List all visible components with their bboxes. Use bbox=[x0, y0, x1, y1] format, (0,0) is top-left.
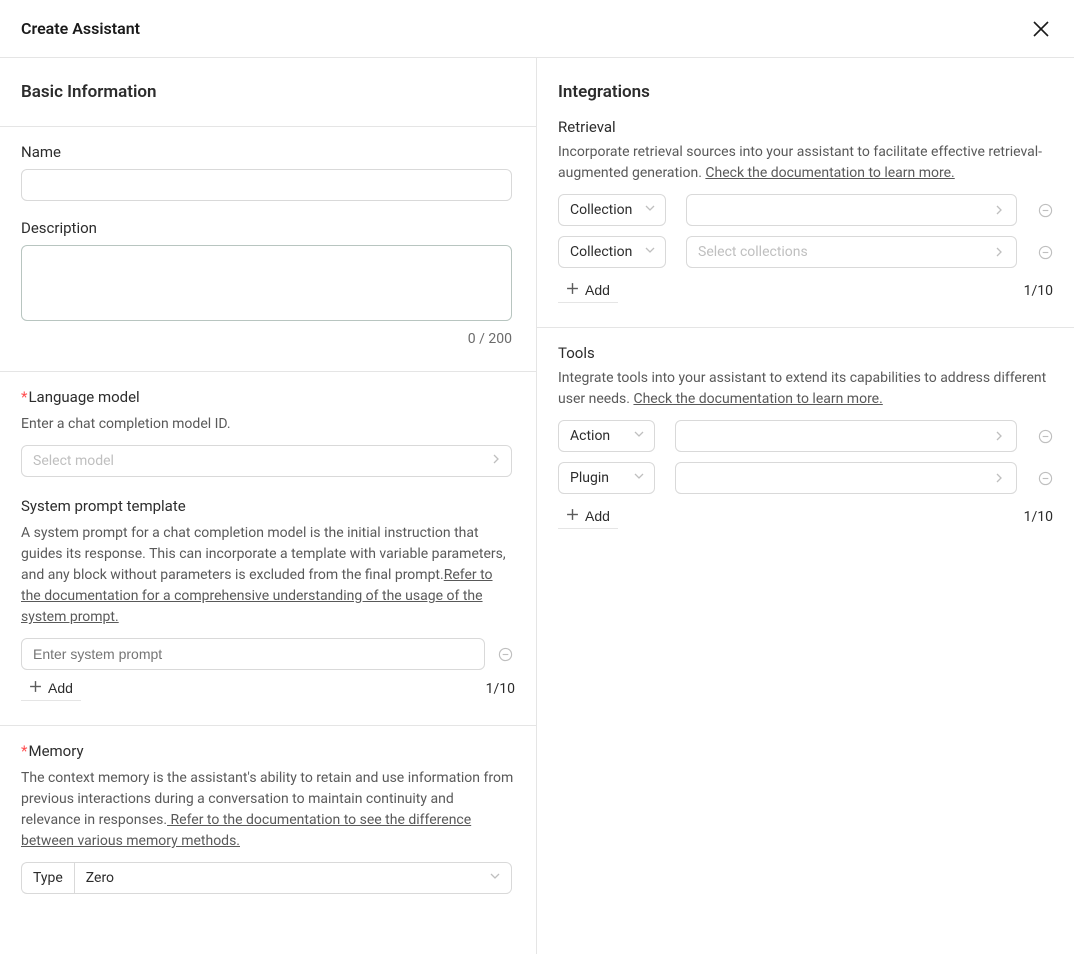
name-input[interactable] bbox=[21, 169, 512, 201]
name-label: Name bbox=[21, 143, 515, 161]
language-model-label: *Language model bbox=[21, 388, 515, 406]
minus-circle-icon bbox=[1038, 203, 1053, 218]
tool-value-select[interactable] bbox=[675, 462, 1017, 494]
model-prompt-section: *Language model Enter a chat completion … bbox=[0, 372, 536, 726]
tools-row: Plugin bbox=[558, 462, 1053, 494]
memory-label: *Memory bbox=[21, 742, 515, 760]
tools-row: Action bbox=[558, 420, 1053, 452]
minus-circle-icon bbox=[1038, 429, 1053, 444]
memory-type-select[interactable]: Zero bbox=[74, 862, 512, 894]
retrieval-description: Incorporate retrieval sources into your … bbox=[558, 142, 1053, 184]
basic-info-heading: Basic Information bbox=[0, 58, 536, 127]
language-model-description: Enter a chat completion model ID. bbox=[21, 414, 515, 435]
required-mark: * bbox=[21, 742, 27, 760]
retrieval-value-select[interactable] bbox=[686, 194, 1017, 226]
name-description-section: Name Description 0 / 200 bbox=[0, 127, 536, 372]
remove-prompt-button[interactable] bbox=[497, 646, 513, 662]
modal-header: Create Assistant bbox=[0, 0, 1074, 58]
remove-retrieval-button[interactable] bbox=[1037, 244, 1053, 260]
tools-doc-link[interactable]: Check the documentation to learn more. bbox=[633, 391, 882, 407]
chevron-down-icon bbox=[489, 870, 501, 886]
tools-counter: 1/10 bbox=[1024, 509, 1053, 525]
plus-icon bbox=[29, 680, 42, 696]
tool-type-select[interactable]: Action bbox=[558, 420, 655, 452]
modal-body: Basic Information Name Description 0 / 2… bbox=[0, 58, 1074, 954]
tools-section: Tools Integrate tools into your assistan… bbox=[537, 328, 1074, 553]
description-input[interactable] bbox=[21, 245, 512, 321]
memory-type-addon: Type bbox=[21, 862, 74, 894]
remove-tool-button[interactable] bbox=[1037, 470, 1053, 486]
minus-circle-icon bbox=[498, 647, 513, 662]
retrieval-type-select[interactable]: Collection bbox=[558, 194, 666, 226]
retrieval-doc-link[interactable]: Check the documentation to learn more. bbox=[705, 165, 954, 181]
system-prompt-label: System prompt template bbox=[21, 497, 515, 515]
tools-label: Tools bbox=[558, 344, 1053, 362]
retrieval-counter: 1/10 bbox=[1024, 283, 1053, 299]
memory-section: *Memory The context memory is the assist… bbox=[0, 726, 536, 918]
language-model-placeholder: Select model bbox=[33, 453, 114, 469]
plus-icon bbox=[566, 282, 579, 298]
minus-circle-icon bbox=[1038, 471, 1053, 486]
system-prompt-input[interactable] bbox=[21, 638, 485, 670]
remove-tool-button[interactable] bbox=[1037, 428, 1053, 444]
retrieval-value-select[interactable]: Select collections bbox=[686, 236, 1017, 268]
tool-type-select[interactable]: Plugin bbox=[558, 462, 655, 494]
add-prompt-button[interactable]: Add bbox=[21, 676, 81, 701]
remove-retrieval-button[interactable] bbox=[1037, 202, 1053, 218]
left-panel: Basic Information Name Description 0 / 2… bbox=[0, 58, 537, 954]
tool-value-select[interactable] bbox=[675, 420, 1017, 452]
modal-title: Create Assistant bbox=[21, 19, 140, 38]
add-retrieval-button[interactable]: Add bbox=[558, 278, 618, 303]
tools-description: Integrate tools into your assistant to e… bbox=[558, 368, 1053, 410]
close-icon bbox=[1032, 20, 1050, 38]
retrieval-type-select[interactable]: Collection bbox=[558, 236, 666, 268]
prompt-counter: 1/10 bbox=[486, 681, 515, 697]
plus-icon bbox=[566, 508, 579, 524]
description-char-count: 0 / 200 bbox=[21, 331, 512, 347]
retrieval-row: Collection Select collections bbox=[558, 236, 1053, 268]
right-panel: Integrations Retrieval Incorporate retri… bbox=[537, 58, 1074, 954]
integrations-heading: Integrations bbox=[537, 58, 1074, 102]
language-model-select[interactable]: Select model bbox=[21, 445, 512, 477]
description-label: Description bbox=[21, 219, 515, 237]
required-mark: * bbox=[21, 388, 27, 406]
add-tool-button[interactable]: Add bbox=[558, 504, 618, 529]
retrieval-label: Retrieval bbox=[558, 118, 1053, 136]
memory-description: The context memory is the assistant's ab… bbox=[21, 768, 515, 852]
system-prompt-description: A system prompt for a chat completion mo… bbox=[21, 523, 515, 628]
retrieval-section: Retrieval Incorporate retrieval sources … bbox=[537, 102, 1074, 328]
minus-circle-icon bbox=[1038, 245, 1053, 260]
close-button[interactable] bbox=[1029, 17, 1053, 41]
retrieval-row: Collection bbox=[558, 194, 1053, 226]
